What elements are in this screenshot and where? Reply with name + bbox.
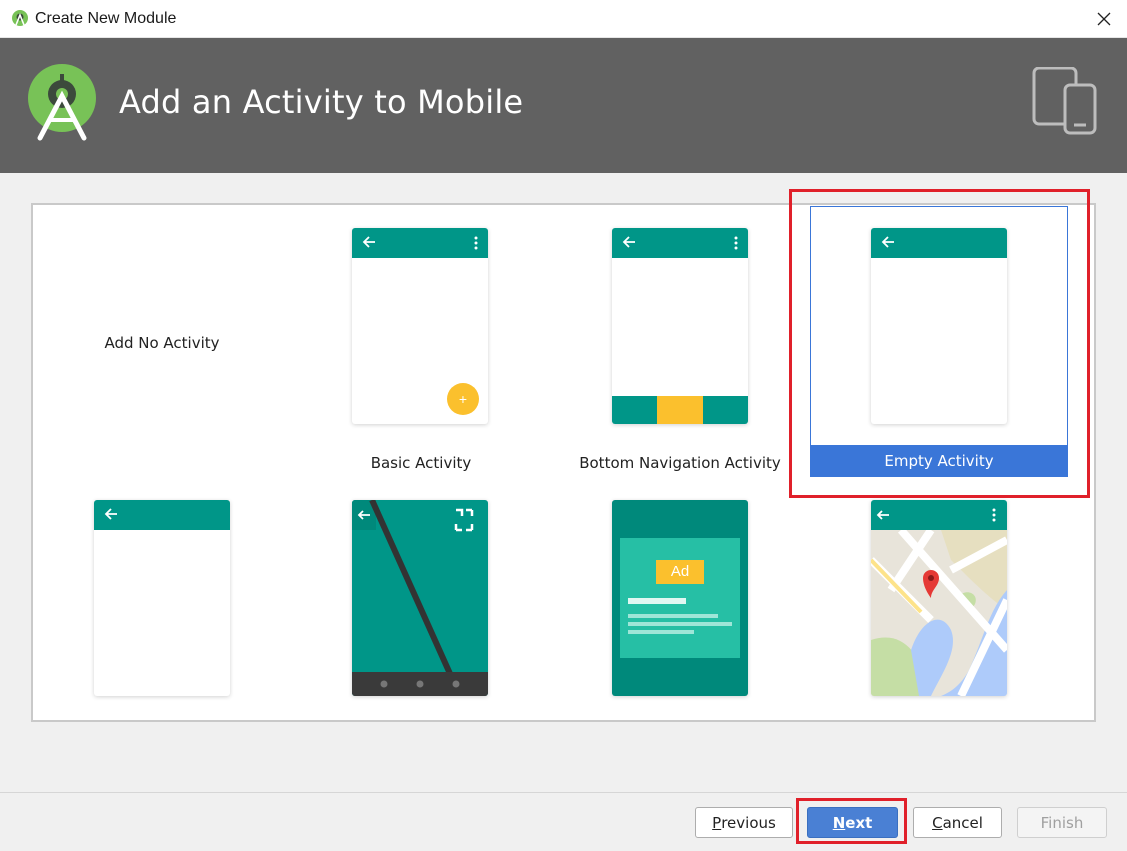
finish-button[interactable]: Finish	[1017, 807, 1107, 838]
overflow-menu-icon	[734, 236, 738, 250]
mnemonic-letter: N	[832, 813, 846, 832]
previous-button[interactable]: Previous	[695, 807, 793, 838]
toolbar	[94, 500, 230, 530]
fullscreen-illustration	[352, 500, 488, 696]
template-label: Add No Activity	[104, 334, 220, 352]
mnemonic-letter: C	[932, 813, 943, 832]
ad-text-lines	[628, 598, 732, 634]
template-preview: Ad	[612, 500, 748, 696]
window-title: Create New Module	[35, 10, 177, 27]
template-preview	[871, 500, 1007, 696]
window-titlebar: Create New Module	[0, 0, 1127, 38]
template-bottom-navigation-activity[interactable]: Bottom Navigation Activity	[551, 205, 809, 477]
template-label: Bottom Navigation Activity	[579, 454, 781, 472]
back-arrow-icon	[622, 236, 635, 248]
template-preview	[612, 228, 748, 424]
close-button[interactable]	[1081, 0, 1127, 38]
template-preview	[352, 500, 488, 696]
phone-tablet-icon	[1032, 67, 1097, 135]
template-fragment-activity[interactable]	[33, 477, 291, 722]
overflow-menu-icon	[474, 236, 478, 250]
footer-divider	[0, 792, 1127, 793]
button-label: Finish	[1040, 813, 1084, 832]
page-title: Add an Activity to Mobile	[119, 83, 524, 121]
next-button[interactable]: Next	[807, 807, 898, 838]
bottom-navigation-active-item	[657, 396, 703, 424]
toolbar	[352, 228, 488, 258]
mnemonic-letter: P	[712, 813, 722, 832]
template-preview	[94, 500, 230, 696]
highlight-box-empty-activity	[789, 189, 1090, 498]
bottom-navigation-bar	[612, 396, 748, 424]
close-icon	[1097, 12, 1111, 26]
template-fullscreen-activity[interactable]	[292, 477, 550, 722]
back-arrow-icon	[104, 508, 117, 520]
toolbar	[612, 228, 748, 258]
android-studio-app-icon	[12, 10, 28, 26]
button-label: ancel	[942, 813, 983, 832]
template-add-no-activity[interactable]: Add No Activity	[33, 205, 291, 477]
template-interstitial-ad-activity[interactable]: Ad	[551, 477, 809, 722]
ad-badge: Ad	[656, 560, 704, 584]
back-arrow-icon	[362, 236, 375, 248]
ad-dialog: Ad	[620, 538, 740, 658]
android-studio-logo-icon	[28, 64, 96, 141]
map-illustration	[871, 500, 1007, 696]
fab: +	[447, 383, 479, 415]
template-label: Basic Activity	[370, 454, 472, 472]
button-label: ext	[845, 813, 873, 832]
wizard-header: Add an Activity to Mobile	[0, 38, 1127, 173]
template-google-maps-activity[interactable]	[810, 477, 1068, 722]
template-basic-activity[interactable]: + Basic Activity	[292, 205, 550, 477]
cancel-button[interactable]: Cancel	[913, 807, 1002, 838]
button-label: revious	[721, 813, 776, 832]
template-preview: +	[352, 228, 488, 424]
